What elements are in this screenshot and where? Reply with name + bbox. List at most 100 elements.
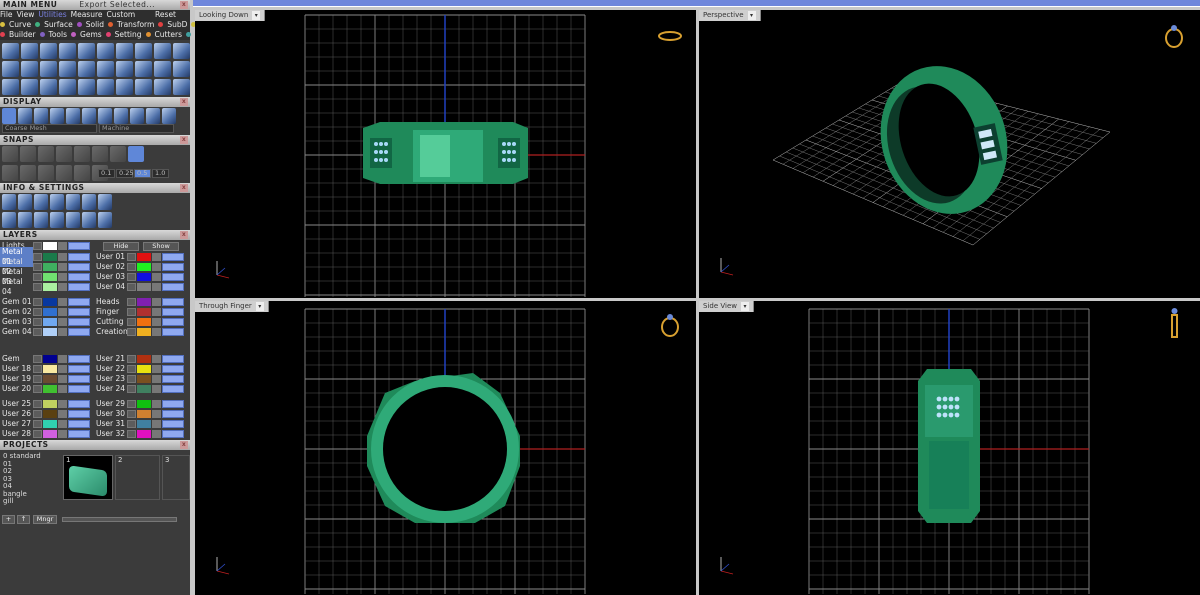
layer-row[interactable]: User 25 xyxy=(0,399,90,409)
layer-row[interactable]: User 30 xyxy=(94,409,184,419)
tool-icon[interactable] xyxy=(56,165,72,181)
layer-color[interactable] xyxy=(137,355,151,363)
visibility-toggle[interactable] xyxy=(162,400,184,408)
close-icon[interactable]: x xyxy=(180,441,188,449)
project-list[interactable]: 0 standard 01 02 03 04 bangle gill xyxy=(3,452,53,506)
visibility-toggle[interactable] xyxy=(162,355,184,363)
lock-icon[interactable] xyxy=(58,375,67,383)
expand-icon[interactable] xyxy=(127,283,136,291)
tool-icon[interactable] xyxy=(173,61,190,77)
visibility-toggle[interactable] xyxy=(162,263,184,271)
tool-icon[interactable] xyxy=(34,212,48,228)
ring-side-icon[interactable] xyxy=(1171,308,1178,338)
command-bar[interactable] xyxy=(193,0,1200,7)
lock-icon[interactable] xyxy=(152,283,161,291)
tool-icon[interactable] xyxy=(128,146,144,162)
tool-icon[interactable] xyxy=(38,146,54,162)
tool-icon[interactable] xyxy=(146,108,160,124)
chevron-down-icon[interactable]: ▾ xyxy=(740,301,749,311)
layer-color[interactable] xyxy=(43,328,57,336)
tool-icon[interactable] xyxy=(59,61,76,77)
layer-color[interactable] xyxy=(137,298,151,306)
expand-icon[interactable] xyxy=(127,365,136,373)
layer-color[interactable] xyxy=(43,318,57,326)
project-slot-1[interactable]: 1 xyxy=(63,455,113,500)
visibility-toggle[interactable] xyxy=(68,298,90,306)
tool-icon[interactable] xyxy=(116,79,133,95)
tool-icon[interactable] xyxy=(59,43,76,59)
layer-color[interactable] xyxy=(137,273,151,281)
layer-row[interactable]: Gem 01 xyxy=(0,297,90,307)
layer-row[interactable]: Heads xyxy=(94,297,184,307)
close-icon[interactable]: x xyxy=(180,184,188,192)
layer-color[interactable] xyxy=(43,273,57,281)
layer-row[interactable]: User 31 xyxy=(94,419,184,429)
visibility-toggle[interactable] xyxy=(68,283,90,291)
layer-color[interactable] xyxy=(43,385,57,393)
snap-value-button[interactable]: 0.25 xyxy=(116,169,133,178)
layer-color[interactable] xyxy=(137,410,151,418)
expand-icon[interactable] xyxy=(127,430,136,438)
lock-icon[interactable] xyxy=(152,318,161,326)
tool-icon[interactable] xyxy=(18,212,32,228)
tool-icon[interactable] xyxy=(78,79,95,95)
layer-color[interactable] xyxy=(43,253,57,261)
tool-icon[interactable] xyxy=(20,165,36,181)
lock-icon[interactable] xyxy=(152,308,161,316)
close-icon[interactable]: x xyxy=(180,1,188,9)
layer-color[interactable] xyxy=(137,318,151,326)
tool-icon[interactable] xyxy=(2,61,19,77)
menu-custom[interactable]: Custom xyxy=(106,10,135,19)
lock-icon[interactable] xyxy=(152,328,161,336)
tool-icon[interactable] xyxy=(74,165,90,181)
layer-row[interactable]: Finger xyxy=(94,307,184,317)
layer-row[interactable]: User 28 xyxy=(0,429,90,439)
tool-icon[interactable] xyxy=(162,108,176,124)
tool-icon[interactable] xyxy=(97,61,114,77)
viewport-side-view[interactable]: Side View ▾ xyxy=(699,301,1200,595)
tool-icon[interactable] xyxy=(21,79,38,95)
lock-icon[interactable] xyxy=(58,385,67,393)
layer-color[interactable] xyxy=(43,430,57,438)
layer-color[interactable] xyxy=(43,375,57,383)
reset-button[interactable]: Reset xyxy=(155,10,176,20)
layer-row[interactable]: User 23 xyxy=(94,374,184,384)
lock-icon[interactable] xyxy=(152,253,161,261)
expand-icon[interactable] xyxy=(127,385,136,393)
viewport-looking-down[interactable]: Looking Down ▾ xyxy=(195,10,696,298)
visibility-toggle[interactable] xyxy=(68,355,90,363)
viewport-perspective[interactable]: Perspective ▾ xyxy=(699,10,1200,298)
layer-row[interactable]: User 19 xyxy=(0,374,90,384)
lock-icon[interactable] xyxy=(58,263,67,271)
visibility-toggle[interactable] xyxy=(162,253,184,261)
export-selected-button[interactable]: Export Selected... xyxy=(79,0,155,9)
layer-row[interactable]: User 22 xyxy=(94,364,184,374)
tool-icon[interactable] xyxy=(50,212,64,228)
category-curve[interactable]: Curve xyxy=(0,20,31,29)
layer-row[interactable]: User 18 xyxy=(0,364,90,374)
menu-view[interactable]: View xyxy=(17,10,35,19)
expand-icon[interactable] xyxy=(127,318,136,326)
visibility-toggle[interactable] xyxy=(68,318,90,326)
layer-row[interactable]: Gem 02 xyxy=(0,307,90,317)
lock-icon[interactable] xyxy=(58,410,67,418)
tool-icon[interactable] xyxy=(50,194,64,210)
tool-icon[interactable] xyxy=(50,108,64,124)
tool-icon[interactable] xyxy=(135,43,152,59)
layer-color[interactable] xyxy=(137,375,151,383)
close-icon[interactable]: x xyxy=(180,231,188,239)
lock-icon[interactable] xyxy=(58,283,67,291)
category-gems[interactable]: Gems xyxy=(71,30,102,39)
tool-icon[interactable] xyxy=(78,61,95,77)
layer-row[interactable]: Gem 04 xyxy=(0,327,90,337)
layer-row[interactable]: User 01 xyxy=(94,252,184,262)
tool-icon[interactable] xyxy=(66,194,80,210)
layer-color[interactable] xyxy=(137,328,151,336)
lock-icon[interactable] xyxy=(58,273,67,281)
category-cutters[interactable]: Cutters xyxy=(145,30,182,39)
layer-row[interactable]: User 20 xyxy=(0,384,90,394)
tool-icon[interactable] xyxy=(110,146,126,162)
chevron-down-icon[interactable]: ▾ xyxy=(747,10,756,20)
expand-icon[interactable] xyxy=(33,242,42,250)
project-item[interactable]: gill xyxy=(3,497,53,506)
